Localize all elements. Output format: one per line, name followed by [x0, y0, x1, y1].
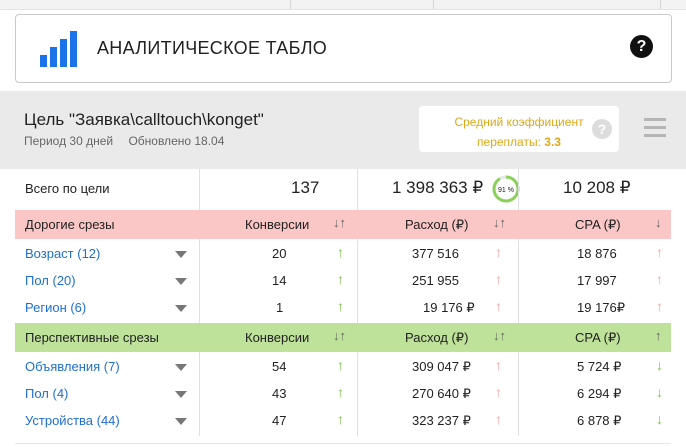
chevron-down-icon[interactable]: [175, 251, 187, 258]
coef-line2: переплаты: 3.3: [419, 132, 619, 152]
arrow-up-icon: ↑: [495, 298, 502, 314]
col-conversions[interactable]: Конверсии: [245, 217, 309, 232]
slice-link-region[interactable]: Регион (6): [25, 300, 86, 315]
sort-icon[interactable]: ↓↑: [493, 215, 506, 230]
arrow-up-icon: ↑: [337, 384, 344, 400]
coef-label2: переплаты:: [477, 135, 541, 149]
cell-conversions: 1: [276, 300, 284, 315]
sort-icon[interactable]: ↓↑: [333, 328, 346, 343]
arrow-up-icon: ↑: [656, 244, 663, 260]
sort-icon[interactable]: ↓↑: [333, 215, 346, 230]
cell-spend: 270 640 ₽: [412, 386, 471, 401]
cell-cpa: 17 997: [577, 273, 617, 288]
cell-cpa: 18 876: [577, 246, 617, 261]
chevron-down-icon[interactable]: [175, 364, 187, 371]
arrow-up-icon: ↑: [495, 384, 502, 400]
help-icon[interactable]: ?: [630, 35, 653, 58]
spend-share-label: 91 %: [498, 187, 514, 194]
cell-cpa: 5 724 ₽: [577, 359, 622, 374]
totals-spend: 1 398 363 ₽: [392, 178, 484, 197]
section-title: Перспективные срезы: [25, 330, 159, 345]
browser-top-strip: [0, 0, 686, 10]
hamburger-menu-icon[interactable]: [644, 118, 666, 140]
table-row: Устройства (44) 47 ↑ 323 237 ₽ ↑ 6 878 ₽…: [15, 407, 671, 434]
overpay-coefficient-box: Средний коэффициент переплаты: 3.3 ?: [419, 106, 619, 152]
arrow-up-icon: ↑: [495, 411, 502, 427]
arrow-up-icon: ↑: [495, 244, 502, 260]
arrow-up-icon: ↑: [656, 298, 663, 314]
chevron-down-icon[interactable]: [175, 278, 187, 285]
slice-link-age[interactable]: Возраст (12): [25, 246, 100, 261]
arrow-up-icon: ↑: [337, 271, 344, 287]
goal-period: Период 30 дней: [24, 134, 114, 148]
slice-link-gender[interactable]: Пол (4): [25, 386, 68, 401]
cell-cpa: 19 176₽: [577, 300, 626, 315]
table-row: Объявления (7) 54 ↑ 309 047 ₽ ↑ 5 724 ₽ …: [15, 353, 671, 380]
arrow-up-icon: ↑: [337, 298, 344, 314]
goal-title: Цель "Заявка\calltouch\konget": [24, 110, 264, 129]
chevron-down-icon[interactable]: [175, 391, 187, 398]
arrow-up-icon: ↑: [337, 411, 344, 427]
arrow-up-icon: ↑: [337, 244, 344, 260]
table-row: Пол (4) 43 ↑ 270 640 ₽ ↑ 6 294 ₽ ↓: [15, 380, 671, 407]
strip-divider: [433, 0, 434, 9]
cell-cpa: 6 878 ₽: [577, 413, 622, 428]
col-spend[interactable]: Расход (₽): [405, 330, 468, 346]
arrow-down-icon: ↓: [656, 357, 663, 373]
bar-chart-logo-icon: [40, 31, 77, 67]
spend-share-ring: 91 %: [492, 175, 520, 203]
chevron-down-icon[interactable]: [175, 305, 187, 312]
strip-divider: [660, 0, 661, 9]
cell-spend: 323 237 ₽: [412, 413, 471, 428]
section-promising-header: Перспективные срезы Конверсии ↓↑ Расход …: [15, 323, 671, 352]
sort-icon[interactable]: ↓: [655, 215, 662, 230]
goal-updated: Обновлено 18.04: [128, 134, 225, 148]
cell-conversions: 20: [272, 246, 287, 261]
totals-cpa: 10 208 ₽: [563, 178, 631, 197]
arrow-down-icon: ↓: [656, 411, 663, 427]
cell-conversions: 47: [272, 413, 287, 428]
slice-link-ads[interactable]: Объявления (7): [25, 359, 120, 374]
section-expensive-header: Дорогие срезы Конверсии ↓↑ Расход (₽) ↓↑…: [15, 210, 671, 239]
app-header-card: АНАЛИТИЧЕСКОЕ ТАБЛО ?: [15, 14, 672, 83]
cell-spend: 251 955: [412, 273, 459, 288]
chevron-down-icon[interactable]: [175, 418, 187, 425]
cell-spend: 19 176 ₽: [423, 300, 475, 315]
table-row: Возраст (12) 20 ↑ 377 516 ↑ 18 876 ↑: [15, 240, 671, 267]
arrow-up-icon: ↑: [495, 357, 502, 373]
cell-conversions: 14: [272, 273, 287, 288]
col-cpa[interactable]: CPA (₽): [575, 217, 621, 233]
coef-value: 3.3: [544, 135, 561, 149]
cell-conversions: 54: [272, 359, 287, 374]
cell-spend: 309 047 ₽: [412, 359, 471, 374]
goal-header: Цель "Заявка\calltouch\konget" Период 30…: [0, 91, 686, 169]
arrow-down-icon: ↓: [656, 384, 663, 400]
cell-cpa: 6 294 ₽: [577, 386, 622, 401]
table-row: Регион (6) 1 ↑ 19 176 ₽ ↑ 19 176₽ ↑: [15, 294, 671, 321]
coef-label: Средний коэффициент: [454, 115, 584, 129]
table-bottom-border: [15, 443, 671, 444]
col-conversions[interactable]: Конверсии: [245, 330, 309, 345]
coef-help-icon[interactable]: ?: [592, 119, 612, 139]
section-title: Дорогие срезы: [25, 217, 115, 232]
totals-conversions: 137: [291, 178, 320, 197]
totals-label: Всего по цели: [25, 181, 110, 196]
arrow-up-icon: ↑: [495, 271, 502, 287]
slice-link-devices[interactable]: Устройства (44): [25, 413, 120, 428]
app-title: АНАЛИТИЧЕСКОЕ ТАБЛО: [97, 38, 328, 58]
col-spend[interactable]: Расход (₽): [405, 217, 468, 233]
cell-spend: 377 516: [412, 246, 459, 261]
strip-divider: [290, 0, 291, 9]
sort-icon[interactable]: ↑: [655, 328, 662, 343]
arrow-up-icon: ↑: [337, 357, 344, 373]
cell-conversions: 43: [272, 386, 287, 401]
col-cpa[interactable]: CPA (₽): [575, 330, 621, 346]
sort-icon[interactable]: ↓↑: [493, 328, 506, 343]
arrow-up-icon: ↑: [656, 271, 663, 287]
table-row: Пол (20) 14 ↑ 251 955 ↑ 17 997 ↑: [15, 267, 671, 294]
goal-meta: Период 30 дней Обновлено 18.04: [24, 134, 236, 148]
slice-link-gender[interactable]: Пол (20): [25, 273, 76, 288]
totals-row: Всего по цели 137 1 398 363 ₽ 91 % 10 20…: [15, 169, 671, 209]
